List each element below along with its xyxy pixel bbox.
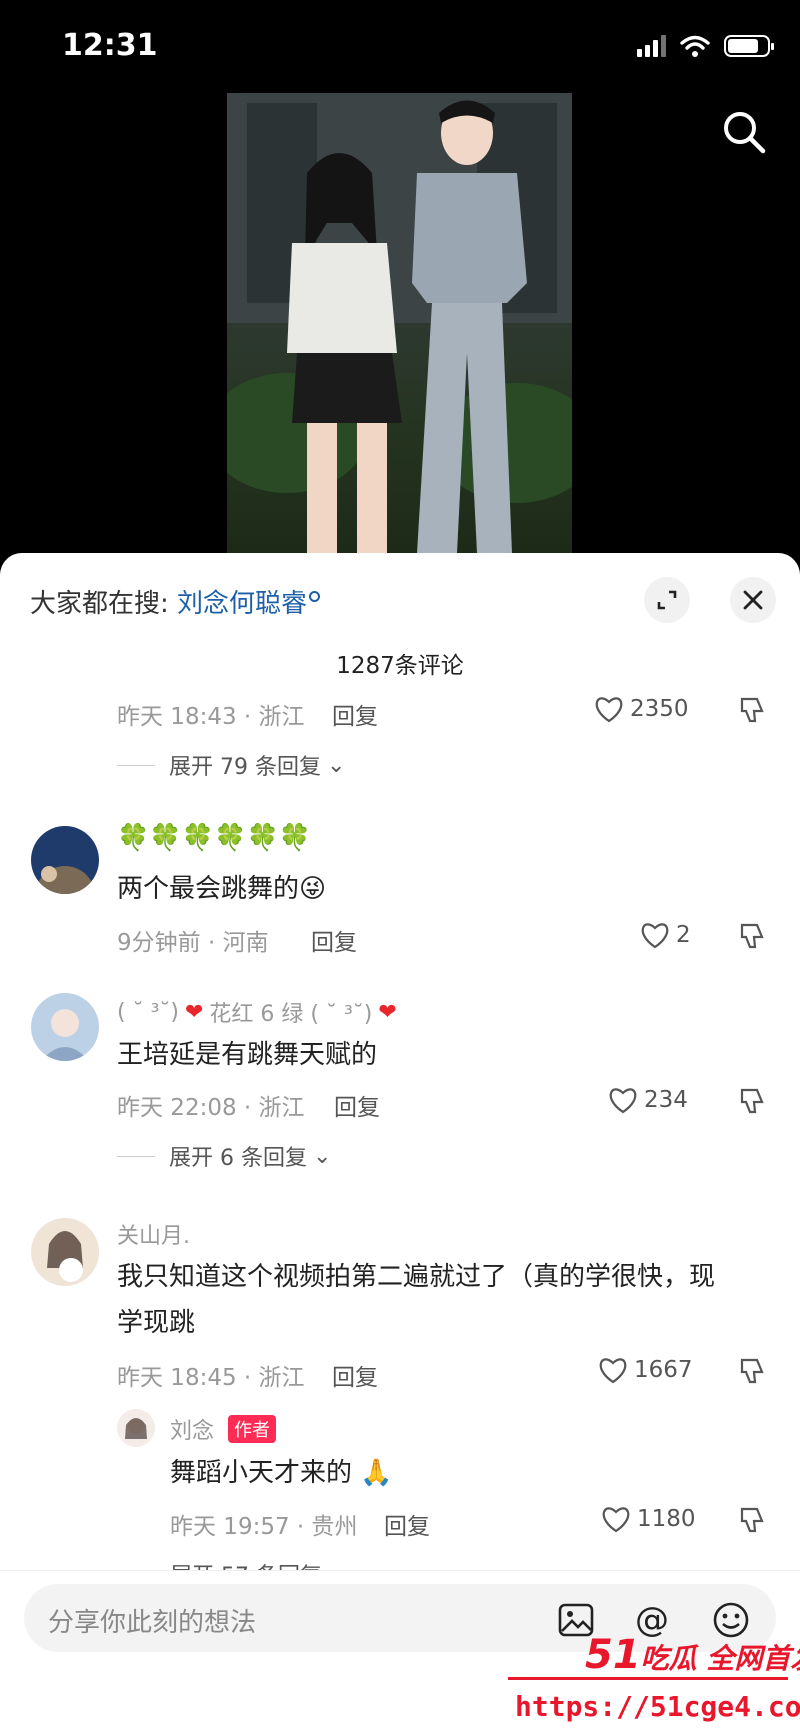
like-button[interactable]: 1180	[601, 1505, 696, 1533]
like-button[interactable]: 234	[608, 1086, 688, 1114]
author-avatar[interactable]	[117, 1409, 155, 1447]
dislike-icon[interactable]	[737, 1086, 767, 1116]
reply-button[interactable]: 回复	[334, 1088, 380, 1122]
commenter-name[interactable]: 🍀🍀🍀🍀🍀🍀	[117, 823, 311, 853]
divider	[117, 1155, 155, 1157]
like-count: 234	[644, 1087, 688, 1113]
dislike-icon[interactable]	[737, 1356, 767, 1386]
author-badge: 作者	[228, 1415, 277, 1443]
dislike-icon[interactable]	[737, 1505, 767, 1535]
comment-input-placeholder: 分享你此刻的想法	[48, 1608, 257, 1638]
heart-icon	[609, 1088, 637, 1114]
reply-text: 舞蹈小天才来的 🙏	[170, 1458, 393, 1488]
expand-replies-label: 展开 79 条回复	[169, 755, 321, 780]
expand-replies[interactable]: 展开 79 条回复 ⌄	[117, 749, 345, 781]
comment-text: 我只知道这个视频拍第二遍就过了（真的学很快，现	[117, 1262, 716, 1292]
status-bar: 12:31	[0, 0, 800, 95]
like-count: 2350	[630, 696, 689, 722]
comment-meta: 昨天 18:45 · 浙江	[117, 1365, 305, 1391]
close-sheet-button[interactable]	[730, 577, 776, 623]
expand-replies[interactable]: 展开 6 条回复 ⌄	[117, 1140, 331, 1172]
chevron-down-icon: ⌄	[326, 752, 346, 778]
dislike-icon[interactable]	[737, 921, 767, 951]
comment-text: 两个最会跳舞的😜	[117, 874, 327, 904]
comment-text: 王培延是有跳舞天赋的	[117, 1040, 378, 1070]
heart-icon	[641, 923, 669, 949]
commenter-name[interactable]: ( ˘ ³˘) ❤ 花红 6 绿 ( ˘ ³˘) ❤	[117, 996, 397, 1028]
reply-button[interactable]: 回复	[384, 1507, 430, 1541]
comment-sheet: 大家都在搜: 刘念何聪睿 1287条评论 昨天 18:43 · 浙江 回复 23…	[0, 553, 800, 1731]
commenter-name-part: 花红 6 绿 ( ˘ ³˘)	[209, 1002, 373, 1027]
comment-count: 1287条评论	[336, 653, 464, 679]
comment-meta: 昨天 18:43 · 浙江	[117, 704, 305, 730]
search-icon	[724, 112, 766, 154]
comment-meta: 9分钟前 · 河南	[117, 930, 269, 956]
signal-icon	[637, 35, 666, 57]
like-count: 1180	[637, 1506, 696, 1532]
like-button[interactable]: 2	[640, 921, 691, 949]
author-name-label: 刘念	[170, 1419, 215, 1444]
video-frame	[227, 93, 572, 553]
like-count: 2	[676, 922, 691, 948]
status-icons	[637, 34, 774, 58]
avatar[interactable]	[31, 1218, 99, 1286]
expand-icon	[657, 590, 677, 610]
watermark-url: https://51cge4.com	[515, 1690, 800, 1723]
reply-button[interactable]: 回复	[332, 697, 378, 731]
like-button[interactable]: 2350	[594, 695, 689, 723]
hot-search[interactable]: 大家都在搜: 刘念何聪睿	[30, 583, 321, 620]
expand-replies-label: 展开 6 条回复	[169, 1146, 307, 1171]
watermark-logo: 51吃瓜 全网首发	[585, 1632, 800, 1678]
video-player[interactable]	[227, 93, 572, 553]
red-heart-icon: ❤	[378, 999, 397, 1025]
keyword-search-icon	[309, 591, 321, 602]
hot-search-keyword[interactable]: 刘念何聪睿	[177, 589, 307, 619]
like-button[interactable]: 1667	[598, 1356, 693, 1384]
heart-icon	[602, 1507, 630, 1533]
reply-button[interactable]: 回复	[332, 1358, 378, 1392]
reply-meta: 昨天 19:57 · 贵州	[170, 1514, 358, 1540]
watermark-text: 吃瓜 全网首发	[640, 1642, 800, 1675]
reply-button[interactable]: 回复	[311, 923, 357, 957]
dislike-icon[interactable]	[737, 695, 767, 725]
comment-text-line2: 学现跳	[117, 1308, 196, 1338]
chevron-down-icon: ⌄	[312, 1143, 332, 1169]
status-time: 12:31	[62, 28, 158, 63]
watermark-number: 51	[585, 1632, 641, 1678]
hot-search-prefix: 大家都在搜:	[30, 589, 169, 619]
comment-meta: 昨天 22:08 · 浙江	[117, 1095, 305, 1121]
red-heart-icon: ❤	[184, 999, 204, 1025]
expand-sheet-button[interactable]	[644, 577, 690, 623]
author-name[interactable]: 刘念 作者	[170, 1413, 277, 1445]
heart-icon	[595, 697, 623, 723]
commenter-name-part: ( ˘ ³˘)	[117, 999, 179, 1025]
avatar[interactable]	[31, 993, 99, 1061]
divider	[117, 764, 155, 766]
commenter-name[interactable]: 关山月.	[117, 1218, 190, 1250]
like-count: 1667	[634, 1357, 693, 1383]
search-button[interactable]	[720, 108, 770, 158]
wifi-icon	[680, 35, 710, 57]
heart-icon	[599, 1358, 627, 1384]
watermark-divider	[508, 1677, 788, 1680]
battery-icon	[724, 35, 774, 57]
avatar[interactable]	[31, 826, 99, 894]
close-icon	[743, 590, 763, 610]
